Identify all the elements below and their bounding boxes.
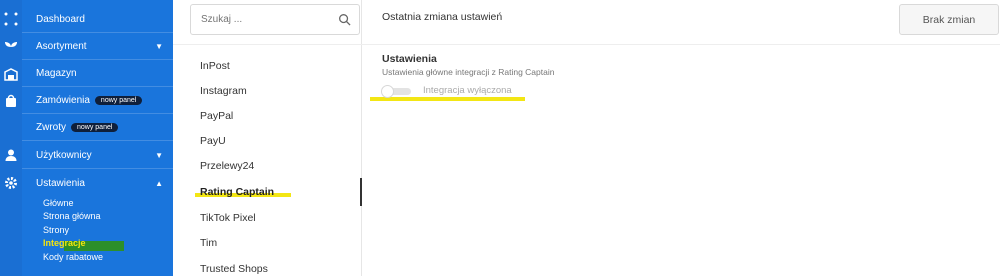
integration-toggle[interactable] [381, 85, 411, 98]
toggle-knob [381, 85, 394, 98]
list-item-payu[interactable]: PayU [200, 135, 226, 147]
sidebar-item-uzytkownicy[interactable]: Użytkownicy ▼ [22, 142, 173, 169]
sidebar-item-label: Magazyn [36, 67, 77, 79]
new-panel-badge: nowy panel [94, 95, 143, 105]
section-title: Ustawienia [382, 53, 437, 65]
grid-icon[interactable] [4, 12, 18, 26]
sidebar-item-label: Zwroty [36, 121, 66, 133]
list-item-instagram[interactable]: Instagram [200, 85, 247, 97]
section-subtitle: Ustawienia główne integracji z Rating Ca… [382, 67, 555, 77]
active-item-marker [360, 178, 362, 206]
list-item-inpost[interactable]: InPost [200, 60, 230, 72]
search-box[interactable] [190, 4, 360, 35]
list-item-tim[interactable]: Tim [200, 237, 217, 249]
new-panel-badge: nowy panel [71, 122, 119, 132]
sidebar-item-label: Dashboard [36, 13, 85, 25]
list-item-rating-captain[interactable]: Rating Captain [200, 186, 274, 198]
search-icon[interactable] [338, 13, 351, 26]
bag-icon[interactable] [4, 94, 18, 108]
sidebar: Dashboard Asortyment ▼ Magazyn Zamówieni… [22, 0, 173, 276]
no-changes-button[interactable]: Brak zmian [899, 4, 999, 35]
caret-up-icon: ▲ [155, 179, 163, 188]
sub-item-strony[interactable]: Strony [43, 225, 69, 235]
header-divider [173, 44, 1000, 45]
plant-icon[interactable] [4, 40, 18, 54]
sidebar-item-zwroty[interactable]: Zwroty nowy panel [22, 114, 173, 141]
sub-item-strona-glowna[interactable]: Strona główna [43, 211, 101, 221]
sidebar-item-label: Ustawienia [36, 178, 85, 189]
search-input[interactable] [201, 5, 331, 34]
integrations-column: InPost Instagram PayPal PayU Przelewy24 … [173, 0, 362, 276]
caret-down-icon: ▼ [155, 42, 163, 51]
sidebar-item-label: Zamówienia [36, 94, 90, 106]
sidebar-item-dashboard[interactable]: Dashboard [22, 6, 173, 33]
list-item-trusted-shops[interactable]: Trusted Shops [200, 263, 268, 275]
toggle-label: Integracja wyłączona [423, 85, 512, 96]
sidebar-item-label: Użytkownicy [36, 149, 92, 161]
sidebar-item-ustawienia[interactable]: Ustawienia ▲ [22, 170, 173, 197]
page-title: Ostatnia zmiana ustawień [382, 11, 503, 23]
user-icon[interactable] [4, 148, 18, 162]
sub-item-integracje[interactable]: Integracje [43, 238, 86, 248]
list-item-tiktok-pixel[interactable]: TikTok Pixel [200, 212, 256, 224]
icon-rail [0, 0, 22, 276]
sidebar-item-asortyment[interactable]: Asortyment ▼ [22, 33, 173, 60]
sidebar-item-magazyn[interactable]: Magazyn [22, 60, 173, 87]
sub-item-glowne[interactable]: Główne [43, 198, 74, 208]
sidebar-item-label: Asortyment [36, 40, 87, 52]
list-item-przelewy24[interactable]: Przelewy24 [200, 160, 254, 172]
sidebar-item-zamowienia[interactable]: Zamówienia nowy panel [22, 87, 173, 114]
gear-icon[interactable] [4, 176, 18, 190]
list-item-paypal[interactable]: PayPal [200, 110, 233, 122]
warehouse-icon[interactable] [4, 67, 18, 81]
sub-item-kody-rabatowe[interactable]: Kody rabatowe [43, 252, 103, 262]
caret-down-icon: ▼ [155, 151, 163, 160]
